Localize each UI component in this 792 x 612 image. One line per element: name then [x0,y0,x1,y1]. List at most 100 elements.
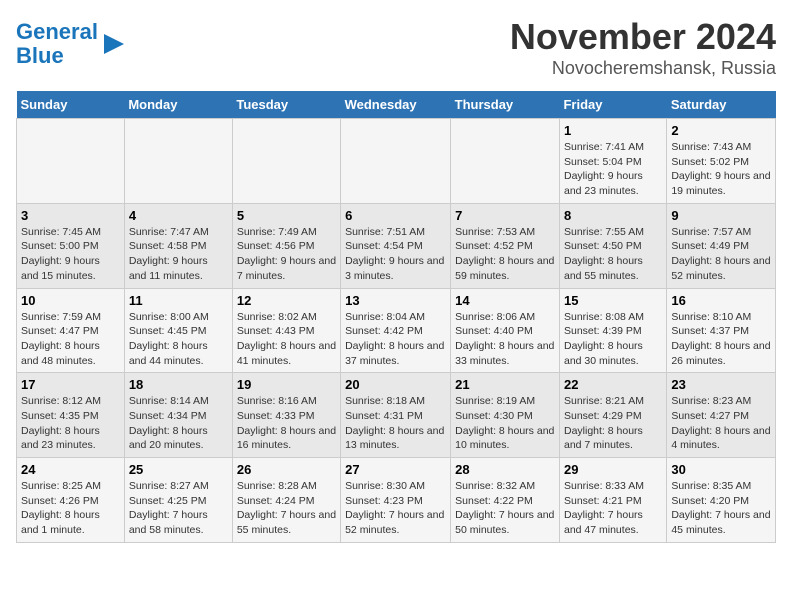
day-number: 18 [129,377,228,392]
page-title: November 2024 [510,16,776,58]
header-cell-monday: Monday [124,91,232,119]
calendar-cell: 23 Sunrise: 8:23 AM Sunset: 4:27 PM Dayli… [667,373,776,458]
calendar-cell: 6 Sunrise: 7:51 AM Sunset: 4:54 PM Daylig… [341,203,451,288]
calendar-week-row: 1 Sunrise: 7:41 AM Sunset: 5:04 PM Daylig… [17,119,776,204]
day-info: Sunrise: 7:53 AM Sunset: 4:52 PM Dayligh… [455,225,555,284]
calendar-cell: 28 Sunrise: 8:32 AM Sunset: 4:22 PM Dayli… [451,458,560,543]
logo-line2: Blue [16,43,64,68]
day-number: 6 [345,208,446,223]
day-number: 2 [671,123,771,138]
day-number: 1 [564,123,662,138]
calendar-cell: 25 Sunrise: 8:27 AM Sunset: 4:25 PM Dayli… [124,458,232,543]
day-info: Sunrise: 8:08 AM Sunset: 4:39 PM Dayligh… [564,310,662,369]
calendar-cell: 15Sunrise: 8:08 AM Sunset: 4:39 PM Dayli… [559,288,666,373]
calendar-week-row: 17Sunrise: 8:12 AM Sunset: 4:35 PM Dayli… [17,373,776,458]
day-number: 13 [345,293,446,308]
day-number: 20 [345,377,446,392]
day-number: 8 [564,208,662,223]
day-info: Sunrise: 8:32 AM Sunset: 4:22 PM Dayligh… [455,479,555,538]
day-info: Sunrise: 7:47 AM Sunset: 4:58 PM Dayligh… [129,225,228,284]
day-info: Sunrise: 8:28 AM Sunset: 4:24 PM Dayligh… [237,479,336,538]
day-info: Sunrise: 7:43 AM Sunset: 5:02 PM Dayligh… [671,140,771,199]
calendar-cell: 19 Sunrise: 8:16 AM Sunset: 4:33 PM Dayli… [232,373,340,458]
day-info: Sunrise: 8:33 AM Sunset: 4:21 PM Dayligh… [564,479,662,538]
calendar-cell [232,119,340,204]
day-number: 9 [671,208,771,223]
day-number: 4 [129,208,228,223]
day-info: Sunrise: 7:45 AM Sunset: 5:00 PM Dayligh… [21,225,120,284]
calendar-cell: 27 Sunrise: 8:30 AM Sunset: 4:23 PM Dayli… [341,458,451,543]
day-number: 27 [345,462,446,477]
header-cell-saturday: Saturday [667,91,776,119]
calendar-cell: 2 Sunrise: 7:43 AM Sunset: 5:02 PM Daylig… [667,119,776,204]
day-info: Sunrise: 8:14 AM Sunset: 4:34 PM Dayligh… [129,394,228,453]
day-info: Sunrise: 8:10 AM Sunset: 4:37 PM Dayligh… [671,310,771,369]
header-cell-tuesday: Tuesday [232,91,340,119]
calendar-cell: 24 Sunrise: 8:25 AM Sunset: 4:26 PM Dayli… [17,458,125,543]
calendar-cell: 29 Sunrise: 8:33 AM Sunset: 4:21 PM Dayli… [559,458,666,543]
calendar-header-row: SundayMondayTuesdayWednesdayThursdayFrid… [17,91,776,119]
day-number: 28 [455,462,555,477]
calendar-cell: 4 Sunrise: 7:47 AM Sunset: 4:58 PM Daylig… [124,203,232,288]
calendar-week-row: 10Sunrise: 7:59 AM Sunset: 4:47 PM Dayli… [17,288,776,373]
calendar-cell: 5 Sunrise: 7:49 AM Sunset: 4:56 PM Daylig… [232,203,340,288]
calendar-cell: 8 Sunrise: 7:55 AM Sunset: 4:50 PM Daylig… [559,203,666,288]
day-info: Sunrise: 8:27 AM Sunset: 4:25 PM Dayligh… [129,479,228,538]
calendar-cell [451,119,560,204]
logo-text: General Blue [16,20,98,68]
day-number: 22 [564,377,662,392]
day-info: Sunrise: 8:23 AM Sunset: 4:27 PM Dayligh… [671,394,771,453]
calendar-table: SundayMondayTuesdayWednesdayThursdayFrid… [16,91,776,543]
day-info: Sunrise: 7:51 AM Sunset: 4:54 PM Dayligh… [345,225,446,284]
calendar-cell: 9 Sunrise: 7:57 AM Sunset: 4:49 PM Daylig… [667,203,776,288]
day-number: 17 [21,377,120,392]
day-number: 12 [237,293,336,308]
day-info: Sunrise: 7:49 AM Sunset: 4:56 PM Dayligh… [237,225,336,284]
day-number: 3 [21,208,120,223]
calendar-cell: 16Sunrise: 8:10 AM Sunset: 4:37 PM Dayli… [667,288,776,373]
day-info: Sunrise: 7:59 AM Sunset: 4:47 PM Dayligh… [21,310,120,369]
day-number: 24 [21,462,120,477]
calendar-cell: 21Sunrise: 8:19 AM Sunset: 4:30 PM Dayli… [451,373,560,458]
calendar-cell: 7 Sunrise: 7:53 AM Sunset: 4:52 PM Daylig… [451,203,560,288]
day-info: Sunrise: 8:25 AM Sunset: 4:26 PM Dayligh… [21,479,120,538]
title-area: November 2024 Novocheremshansk, Russia [510,16,776,79]
calendar-cell: 11Sunrise: 8:00 AM Sunset: 4:45 PM Dayli… [124,288,232,373]
day-info: Sunrise: 8:30 AM Sunset: 4:23 PM Dayligh… [345,479,446,538]
day-info: Sunrise: 8:16 AM Sunset: 4:33 PM Dayligh… [237,394,336,453]
logo-icon [100,30,128,58]
calendar-cell [17,119,125,204]
day-number: 29 [564,462,662,477]
day-info: Sunrise: 7:41 AM Sunset: 5:04 PM Dayligh… [564,140,662,199]
calendar-cell: 26Sunrise: 8:28 AM Sunset: 4:24 PM Dayli… [232,458,340,543]
header-cell-sunday: Sunday [17,91,125,119]
calendar-cell: 18 Sunrise: 8:14 AM Sunset: 4:34 PM Dayli… [124,373,232,458]
day-info: Sunrise: 8:00 AM Sunset: 4:45 PM Dayligh… [129,310,228,369]
calendar-cell [124,119,232,204]
day-number: 5 [237,208,336,223]
calendar-cell: 13Sunrise: 8:04 AM Sunset: 4:42 PM Dayli… [341,288,451,373]
day-number: 25 [129,462,228,477]
calendar-cell: 20 Sunrise: 8:18 AM Sunset: 4:31 PM Dayli… [341,373,451,458]
day-number: 7 [455,208,555,223]
day-info: Sunrise: 8:18 AM Sunset: 4:31 PM Dayligh… [345,394,446,453]
day-info: Sunrise: 7:55 AM Sunset: 4:50 PM Dayligh… [564,225,662,284]
calendar-cell: 12 Sunrise: 8:02 AM Sunset: 4:43 PM Dayli… [232,288,340,373]
day-info: Sunrise: 7:57 AM Sunset: 4:49 PM Dayligh… [671,225,771,284]
header: General Blue November 2024 Novocheremsha… [16,16,776,79]
calendar-cell: 30Sunrise: 8:35 AM Sunset: 4:20 PM Dayli… [667,458,776,543]
day-info: Sunrise: 8:35 AM Sunset: 4:20 PM Dayligh… [671,479,771,538]
calendar-cell: 22Sunrise: 8:21 AM Sunset: 4:29 PM Dayli… [559,373,666,458]
day-number: 23 [671,377,771,392]
day-number: 19 [237,377,336,392]
calendar-week-row: 3 Sunrise: 7:45 AM Sunset: 5:00 PM Daylig… [17,203,776,288]
calendar-week-row: 24 Sunrise: 8:25 AM Sunset: 4:26 PM Dayli… [17,458,776,543]
logo-line1: General [16,19,98,44]
calendar-cell [341,119,451,204]
day-info: Sunrise: 8:06 AM Sunset: 4:40 PM Dayligh… [455,310,555,369]
calendar-cell: 1 Sunrise: 7:41 AM Sunset: 5:04 PM Daylig… [559,119,666,204]
day-number: 14 [455,293,555,308]
calendar-cell: 10Sunrise: 7:59 AM Sunset: 4:47 PM Dayli… [17,288,125,373]
day-info: Sunrise: 8:19 AM Sunset: 4:30 PM Dayligh… [455,394,555,453]
day-info: Sunrise: 8:02 AM Sunset: 4:43 PM Dayligh… [237,310,336,369]
